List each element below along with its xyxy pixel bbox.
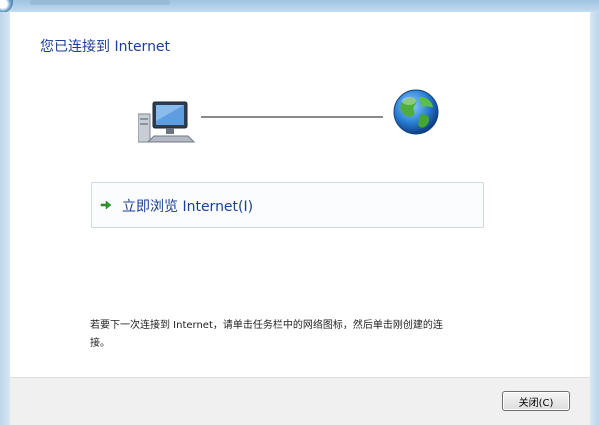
page-title: 您已连接到 Internet [40,39,171,55]
window-title-text [30,0,170,5]
globe-icon [393,89,439,135]
close-button[interactable]: 关闭(C) [502,391,570,411]
browse-internet-button[interactable]: 立即浏览 Internet(I) [91,182,484,228]
browse-internet-label: 立即浏览 Internet(I) [122,199,254,215]
window-frame-right [590,12,599,425]
window-titlebar[interactable] [0,0,599,13]
dialog-footer: 关闭(C) [10,377,590,425]
instruction-text: 若要下一次连接到 Internet，请单击任务栏中的网络图标，然后单击刚创建的连… [90,320,443,349]
dialog-content: 您已连接到 Internet 立即浏览 Internet(I) 若要下一次连接到… [10,12,590,425]
computer-icon [138,101,196,143]
connection-line [201,116,383,118]
green-arrow-icon [100,200,112,210]
window-frame-left [0,12,10,425]
